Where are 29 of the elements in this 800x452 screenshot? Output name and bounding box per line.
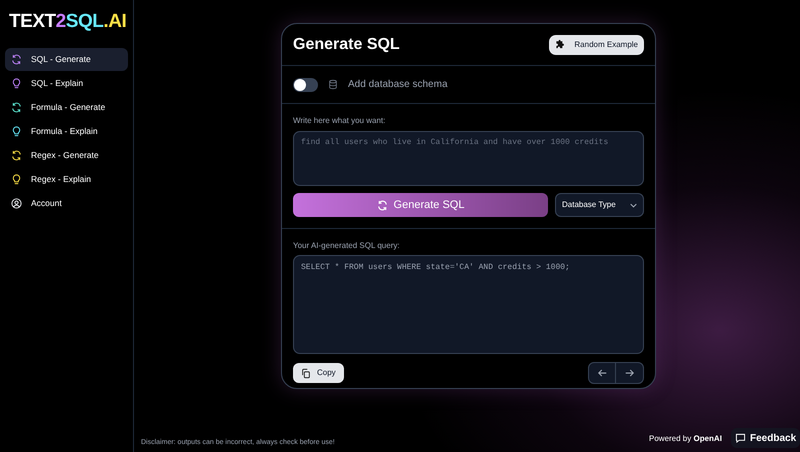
refresh-icon <box>376 200 388 210</box>
sidebar-item[interactable]: Formula - Generate <box>5 96 128 118</box>
sidebar-item[interactable]: SQL - Generate <box>5 48 128 70</box>
feedback-button[interactable]: Feedback <box>731 428 800 448</box>
copy-button[interactable]: Copy <box>293 363 344 383</box>
result-field[interactable]: SELECT * FROM users WHERE state='CA' AND credits > 1000; <box>293 255 644 354</box>
database-icon <box>328 79 338 90</box>
prompt-label: Write here what you want: <box>293 115 386 127</box>
generate-sql-button[interactable]: Generate SQL <box>293 193 548 217</box>
arrow-left-icon <box>598 369 606 377</box>
database-type-select[interactable]: Database Type <box>555 193 644 217</box>
copy-icon <box>301 368 311 378</box>
logo: TEXT2SQL.AI <box>8 10 128 34</box>
schema-label: Add database schema <box>348 78 448 92</box>
result-label: Your AI-generated SQL query: <box>293 240 401 252</box>
chat-icon <box>735 433 746 443</box>
card-title: Generate SQL <box>293 34 400 54</box>
toggle-switch[interactable] <box>293 78 318 92</box>
sidebar-item[interactable]: Account <box>5 192 128 214</box>
arrow-right-icon <box>625 369 634 377</box>
sidebar-item[interactable]: SQL - Explain <box>5 72 128 94</box>
chevron-down-icon <box>630 202 637 208</box>
sidebar-item[interactable]: Regex - Explain <box>5 168 128 190</box>
sidebar-item[interactable]: Formula - Explain <box>5 120 128 142</box>
puzzle-icon <box>555 39 566 50</box>
prompt-field[interactable]: find all users who live in California and have over 1000 credits <box>293 131 644 186</box>
powered-by-text: Powered by OpenAI <box>649 433 722 445</box>
random-example-button[interactable]: Random Example <box>549 34 644 54</box>
sidebar-item[interactable]: Regex - Generate <box>5 144 128 166</box>
